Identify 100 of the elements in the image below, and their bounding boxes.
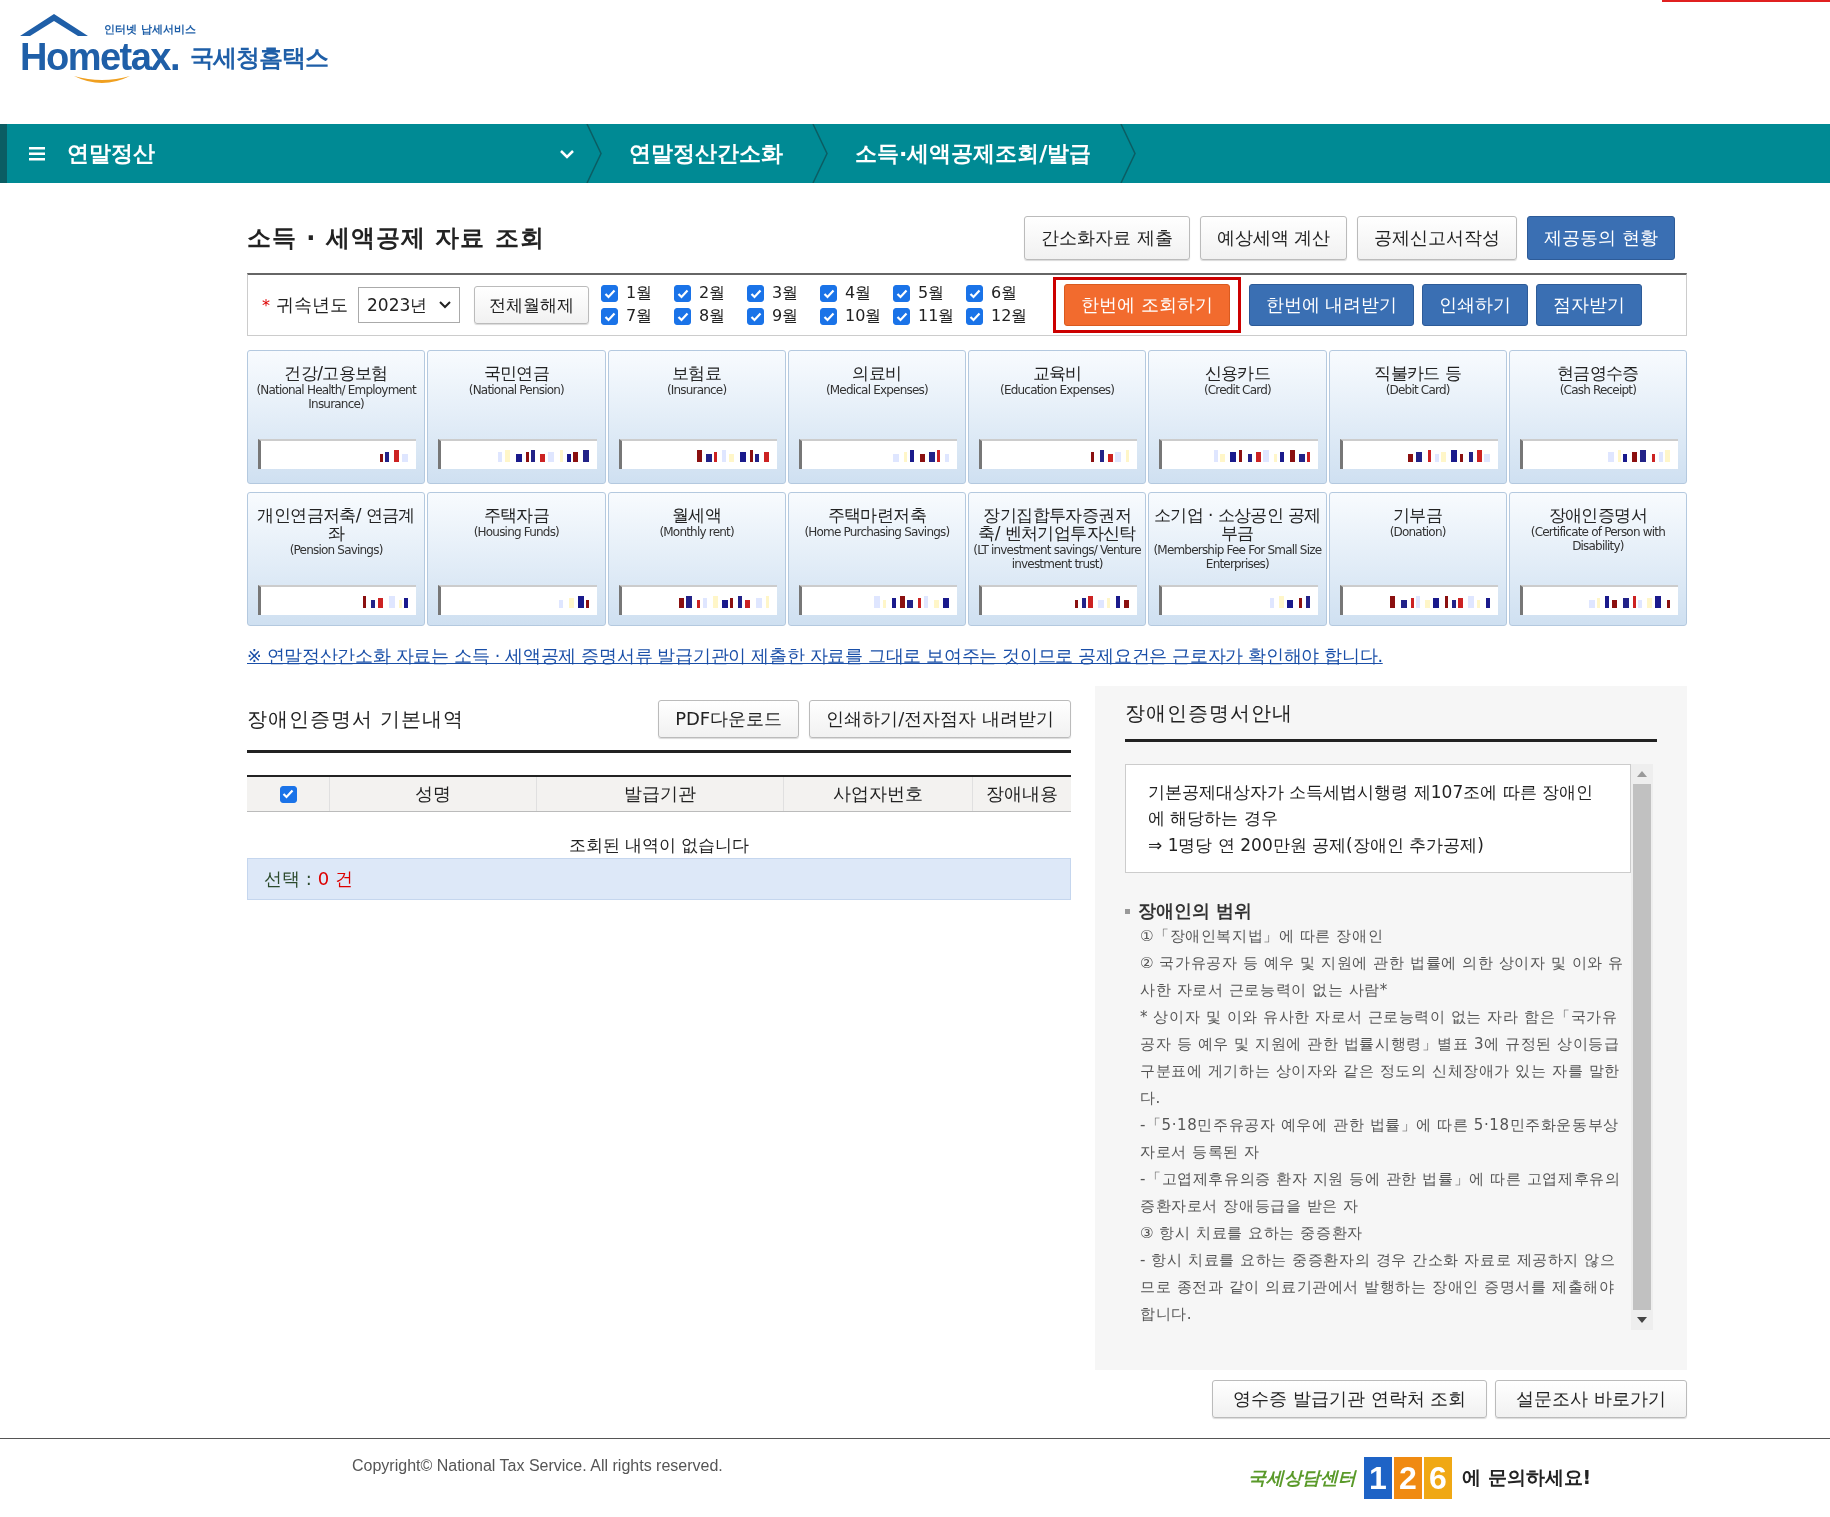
month-checkbox[interactable]: 10월 [820,306,893,327]
info-text: ⇒ 1명당 연 200만원 공제(장애인 추가공제) [1148,833,1485,857]
notice-link[interactable]: ※ 연말정산간소화 자료는 소득 · 세액공제 증명서류 발급기관이 제출한 자료를 그대로 보여주는 것이므로 공제요건은 근로자가 확인해야 합니다. [247,644,1383,668]
category-card[interactable]: 현금영수증 (Cash Receipt) [1508,350,1687,484]
category-title: 신용카드 [1203,365,1272,383]
month-checkbox[interactable]: 4월 [820,283,893,304]
action-button[interactable]: 인쇄하기/전자점자 내려받기 [809,700,1071,738]
category-title: 주택자금 [482,507,551,525]
category-title: 개인연금저축/ 연금계좌 [256,507,416,543]
category-card[interactable]: 건강/고용보험 (National Health/ Employment Insurance) [247,350,426,484]
category-card[interactable]: 의료비 (Medical Expenses) [787,350,966,484]
action-button[interactable]: 점자받기 [1536,284,1643,326]
summary-count: 0 건 [317,867,353,891]
category-card[interactable]: 장기집합투자증권저축/ 벤처기업투자신탁 (LT investment savings/ Venture investment trust) [968,492,1147,626]
action-button[interactable]: 설문조사 바로가기 [1495,1380,1687,1418]
category-card[interactable]: 주택마련저축 (Home Purchasing Savings) [787,492,966,626]
category-subtitle: (LT investment savings/ Venture investment trust) [972,542,1142,572]
nav-dropdown[interactable]: 연말정산 [67,138,585,169]
category-subtitle: (Credit Card) [1202,382,1272,398]
required-mark: * [262,295,270,315]
checkmark-icon [822,311,835,322]
guide-paragraph: ③ 항시 치료를 요하는 중증환자 [1139,1223,1364,1245]
month-checkbox[interactable]: 2월 [674,283,747,304]
checkmark-icon [749,288,762,299]
month-checkbox[interactable]: 7월 [601,306,674,327]
masked-value-drawing [363,594,409,608]
masked-value-drawing [558,594,589,608]
action-button[interactable]: 영수증 발급기관 연락처 조회 [1212,1380,1488,1418]
clear-months-button[interactable]: 전체월해제 [474,286,589,324]
category-card[interactable]: 장애인증명서 (Certificate of Person with Disability) [1508,492,1687,626]
scroll-up-icon[interactable] [1636,770,1648,778]
category-subtitle: (Home Purchasing Savings) [803,524,951,540]
section-title: 장애인증명서안내 [1125,700,1657,742]
masked-value-drawing [380,448,409,462]
bullet-icon [1125,908,1130,914]
category-card[interactable]: 기부금 (Donation) [1328,492,1507,626]
call-center-text: 에 문의하세요! [1462,1465,1592,1490]
smile-swoosh-icon [72,74,132,86]
action-button[interactable]: 공제신고서작성 [1357,216,1518,260]
house-roof-icon [18,12,90,38]
category-card[interactable]: 국민연금 (National Pension) [427,350,606,484]
month-checkbox[interactable]: 6월 [966,283,1039,304]
month-checkbox[interactable]: 5월 [893,283,966,304]
call-center-label: 국세상담센터 [1248,1466,1356,1490]
month-checkbox[interactable]: 9월 [747,306,820,327]
category-card[interactable]: 소기업 · 소상공인 공제부금 (Membership Fee For Small Size Enterprises) [1148,492,1327,626]
empty-message: 조회된 내역이 없습니다 [567,834,751,857]
phone-digit: 2 [1394,1457,1422,1499]
category-title: 직불카드 등 [1373,365,1463,383]
month-checkbox[interactable]: 3월 [747,283,820,304]
category-card[interactable]: 월세액 (Monthly rent) [607,492,786,626]
action-button[interactable]: PDF다운로드 [658,700,800,738]
month-checkbox[interactable]: 11월 [893,306,966,327]
action-button[interactable]: 한번에 내려받기 [1248,284,1415,326]
category-card[interactable]: 교육비 (Education Expenses) [968,350,1147,484]
category-title: 보험료 [671,365,723,383]
category-card[interactable]: 보험료 (Insurance) [607,350,786,484]
category-title: 교육비 [1031,365,1083,383]
month-checkbox[interactable]: 8월 [674,306,747,327]
guide-paragraph: -「고엽제후유의증 환자 지원 등에 관한 법률」에 따른 고엽제후유의증환자로서 장애등급을 받은 자 [1139,1169,1622,1218]
menu-icon[interactable] [29,146,45,161]
category-card[interactable]: 주택자금 (Housing Funds) [427,492,606,626]
guide-paragraph: * 상이자 및 이와 유사한 자로서 근로능력이 없는 자라 함은「국가유공자 등 예우 및 지원에 관한 법률시행령」별표 3에 규정된 상이등급구분표에 게기하는 상이자와 같은 정도의 신체장애가 있는 자를 말한다. [1139,1007,1621,1110]
masked-value-drawing [1608,448,1670,462]
category-title: 장애인증명서 [1547,507,1649,525]
chevron-down-icon [559,148,575,159]
checkmark-icon [676,311,689,322]
checkmark-icon [282,789,294,799]
category-title: 건강/고용보험 [283,365,389,383]
month-checkbox[interactable]: 12월 [966,306,1039,327]
action-button[interactable]: 예상세액 계산 [1199,216,1348,260]
category-card[interactable]: 직불카드 등 (Debit Card) [1328,350,1507,484]
select-all-checkbox[interactable] [279,785,297,803]
action-button[interactable]: 인쇄하기 [1422,284,1529,326]
scroll-down-icon[interactable] [1636,1316,1648,1324]
category-subtitle: (Housing Funds) [472,524,560,540]
month-checkbox[interactable]: 1월 [601,283,674,304]
summary-label: 선택 : [264,867,312,891]
logo-wordmark[interactable]: Hometax. [20,36,180,79]
category-subtitle: (Donation) [1388,524,1447,540]
guide-paragraph: -「5·18민주유공자 예우에 관한 법률」에 따른 5·18민주화운동부상자로서 등록된 자 [1139,1115,1620,1164]
column-header: 발급기관 [536,777,783,811]
action-button[interactable]: 제공동의 현황 [1527,216,1675,260]
breadcrumb-link[interactable]: 연말정산간소화 [603,138,811,169]
checkmark-icon [822,288,835,299]
checkmark-icon [603,311,616,322]
category-title: 의료비 [851,365,903,383]
checkmark-icon [749,311,762,322]
page-title: 소득 · 세액공제 자료 조회 [247,223,545,254]
section-title: 장애인증명서 기본내역 [247,705,465,733]
category-card[interactable]: 개인연금저축/ 연금계좌 (Pension Savings) [247,492,426,626]
action-button[interactable]: 간소화자료 제출 [1023,216,1190,260]
logo-tagline: 인터넷 납세서비스 [104,22,196,37]
category-card[interactable]: 신용카드 (Credit Card) [1148,350,1327,484]
category-subtitle: (Insurance) [665,382,728,398]
year-select[interactable]: 2023년 [358,287,460,323]
breadcrumb-link[interactable]: 소득·세액공제조회/발급 [829,138,1120,169]
guide-paragraph: - 항시 치료를 요하는 중증환자의 경우 간소화 자료로 제공하지 않으므로 종전과 같이 의료기관에서 발행하는 장애인 증명서를 제출해야 합니다. [1139,1250,1617,1326]
category-subtitle: (Debit Card) [1384,382,1451,398]
scrollbar[interactable] [1631,764,1653,1330]
